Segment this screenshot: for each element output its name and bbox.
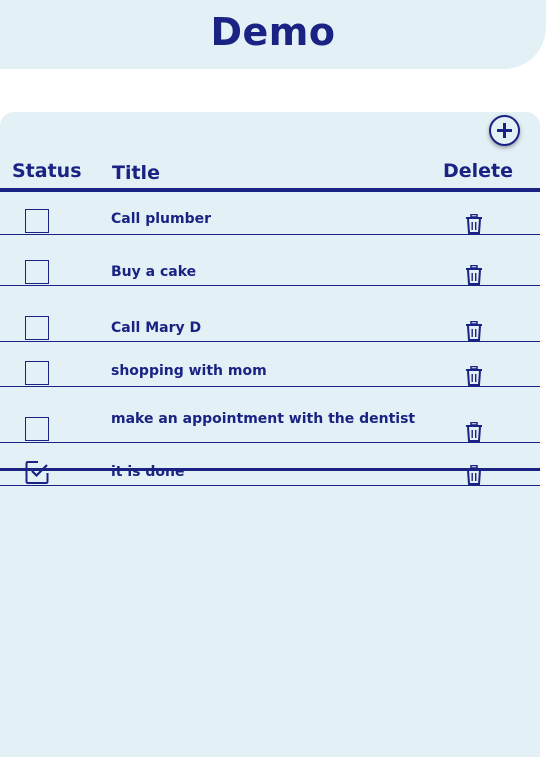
trash-icon[interactable] — [465, 366, 483, 386]
task-checkbox[interactable] — [25, 361, 49, 385]
task-checkbox[interactable] — [25, 209, 49, 233]
trash-icon[interactable] — [465, 265, 483, 285]
row-divider — [0, 386, 540, 387]
task-checkbox[interactable] — [25, 316, 49, 340]
row-divider — [0, 234, 540, 235]
column-header-delete: Delete — [443, 160, 514, 182]
task-checkbox[interactable] — [25, 417, 49, 441]
page-title: Demo — [210, 10, 336, 54]
task-title: it is done — [111, 464, 185, 480]
plus-icon — [497, 123, 512, 138]
row-divider — [0, 485, 540, 486]
task-title: shopping with mom — [111, 363, 267, 379]
completed-strikethrough — [0, 468, 540, 471]
trash-icon[interactable] — [465, 321, 483, 341]
row-divider — [0, 442, 540, 443]
column-header-status: Status — [12, 160, 82, 182]
add-task-button[interactable] — [489, 115, 520, 146]
task-title: Buy a cake — [111, 264, 197, 280]
task-title: Call plumber — [111, 211, 211, 227]
task-title: Call Mary D — [111, 320, 202, 336]
task-checkbox-checked[interactable] — [25, 460, 50, 485]
task-panel — [0, 112, 540, 757]
task-title: make an appointment with the dentist — [111, 411, 416, 427]
task-checkbox[interactable] — [25, 260, 49, 284]
header-divider — [0, 188, 540, 192]
row-divider — [0, 341, 540, 342]
trash-icon[interactable] — [465, 214, 483, 234]
row-divider — [0, 285, 540, 286]
column-header-title: Title — [112, 162, 160, 184]
trash-icon[interactable] — [465, 422, 483, 442]
